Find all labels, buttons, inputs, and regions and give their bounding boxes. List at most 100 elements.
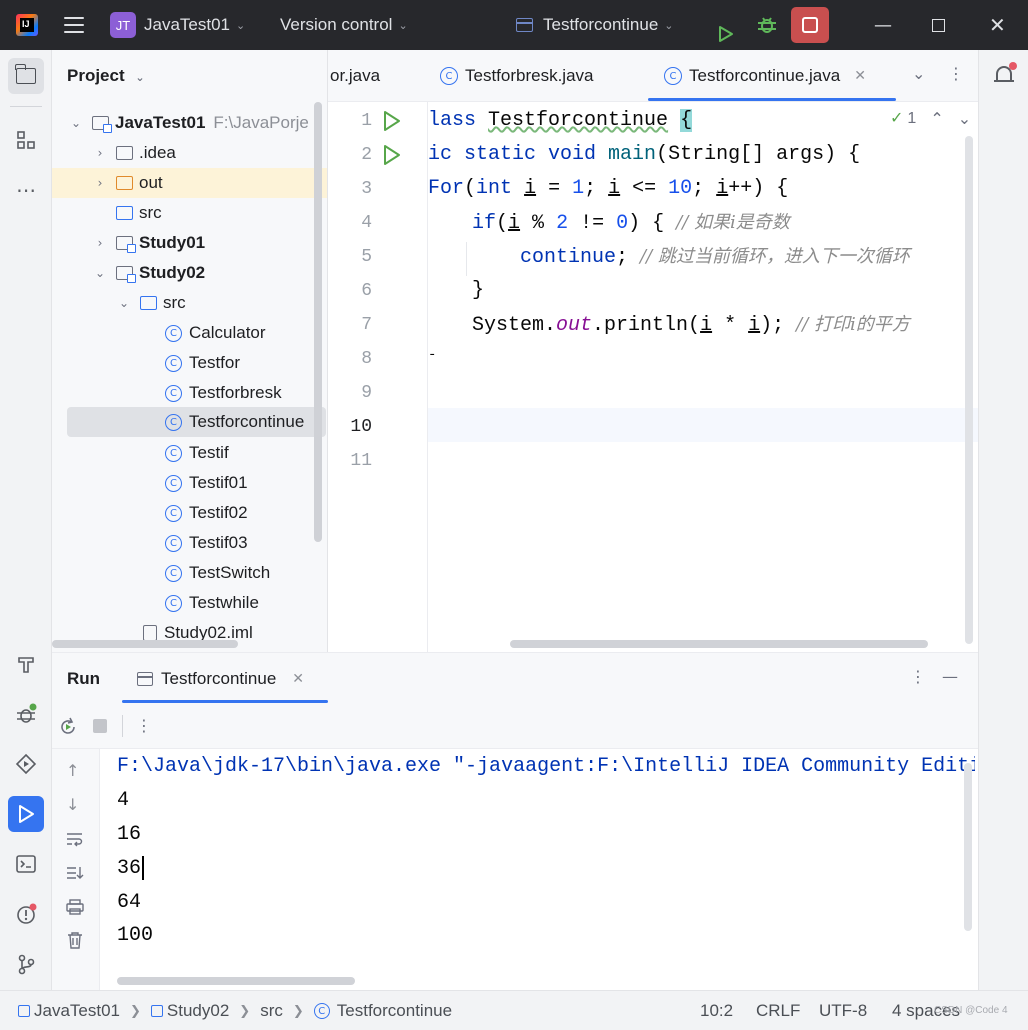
caret-position[interactable]: 10:2	[700, 1001, 733, 1021]
run-panel: Run Testforcontinue ✕ ⋮ — ⋮ ↑ ↓ F:\Java\…	[52, 652, 978, 991]
project-vertical-scrollbar[interactable]	[314, 102, 322, 542]
hide-panel-icon[interactable]: —	[942, 667, 958, 686]
run-tab-testforcontinue[interactable]: Testforcontinue ✕	[137, 669, 304, 689]
line-number: 11	[350, 451, 372, 471]
tree-item-testif01[interactable]: C Testif01	[52, 468, 327, 498]
run-icon	[718, 16, 734, 42]
stop-process-icon[interactable]	[93, 719, 107, 733]
minimize-icon[interactable]: —	[874, 0, 892, 50]
trash-icon[interactable]	[66, 931, 84, 949]
file-encoding[interactable]: UTF-8	[819, 1001, 867, 1021]
run-tab-label: Testforcontinue	[161, 669, 277, 688]
console-output[interactable]: F:\Java\jdk-17\bin\java.exe "-javaagent:…	[117, 749, 975, 979]
run-panel-header: Run Testforcontinue ✕ ⋮ —	[52, 653, 978, 703]
tree-item-testforbresk[interactable]: C Testforbresk	[52, 378, 327, 408]
structure-icon	[17, 131, 35, 149]
more-actions-icon[interactable]: ⋮	[136, 716, 152, 735]
console-horizontal-scrollbar[interactable]	[117, 977, 355, 985]
right-tool-strip	[978, 50, 1028, 990]
breadcrumb-item-javatest01[interactable]: JavaTest01	[18, 1001, 120, 1021]
tree-item-testif02[interactable]: C Testif02	[52, 498, 327, 528]
tree-item-study01[interactable]: › Study01	[52, 228, 327, 258]
inspection-widget[interactable]: ✓ 1 ⌃ ⌄	[890, 108, 971, 128]
arrow-up-icon[interactable]: ↑	[66, 761, 79, 780]
build-tool-button[interactable]	[8, 646, 44, 682]
run-config-selector[interactable]: Testforcontinue ⌄	[516, 0, 674, 50]
tab-label: Testforcontinue.java	[689, 66, 841, 85]
tree-item-testforcontinue[interactable]: C Testforcontinue	[67, 407, 326, 437]
notifications-bell-icon[interactable]	[994, 62, 1017, 86]
close-icon[interactable]: ✕	[989, 0, 1006, 50]
tree-item-testwhile[interactable]: C Testwhile	[52, 588, 327, 618]
editor-horizontal-scrollbar[interactable]	[510, 640, 928, 648]
project-switcher[interactable]: JT JavaTest01 ⌄	[110, 0, 245, 50]
tree-item-testif03[interactable]: C Testif03	[52, 528, 327, 558]
tree-item-testswitch[interactable]: C TestSwitch	[52, 558, 327, 588]
tree-item-study02[interactable]: ⌄ Study02	[52, 258, 327, 288]
code-line-5: continue; // 跳过当前循环，进入下一次循环	[520, 246, 910, 269]
tree-item-study02-src[interactable]: ⌄ src	[52, 288, 327, 318]
console-side-toolbar: ↑ ↓	[52, 749, 100, 991]
structure-tool-button[interactable]	[8, 122, 44, 158]
breadcrumb-item-src[interactable]: src	[260, 1001, 283, 1021]
debug-button[interactable]	[756, 0, 778, 50]
console-output-line: 16	[117, 823, 142, 846]
rerun-icon[interactable]	[58, 717, 78, 737]
tree-item-javatest01[interactable]: ⌄ JavaTest01 F:\JavaPorje	[52, 108, 327, 138]
project-panel-header[interactable]: Project ⌄	[67, 66, 145, 86]
tree-item-calculator[interactable]: C Calculator	[52, 318, 327, 348]
soft-wrap-icon[interactable]	[66, 831, 84, 847]
print-icon[interactable]	[66, 899, 84, 915]
editor-vertical-scrollbar[interactable]	[965, 136, 973, 644]
maximize-icon[interactable]	[932, 0, 945, 50]
tree-item-testfor[interactable]: C Testfor	[52, 348, 327, 378]
terminal-icon	[16, 855, 36, 873]
line-number: 5	[361, 247, 372, 267]
tree-item-label: Calculator	[189, 323, 266, 342]
version-control-menu[interactable]: Version control ⌄	[280, 0, 408, 50]
gutter-run-class-icon[interactable]	[382, 110, 402, 132]
breadcrumb-item-class[interactable]: C Testforcontinue	[313, 1001, 452, 1021]
more-options-icon[interactable]: ⋮	[910, 667, 926, 686]
line-number: 9	[361, 383, 372, 403]
services-tool-button[interactable]	[8, 746, 44, 782]
chevron-down-icon: ⌄	[664, 19, 674, 32]
source-folder-icon	[116, 206, 133, 220]
tree-item-src[interactable]: src	[52, 198, 327, 228]
run-button[interactable]	[718, 0, 734, 50]
close-tab-icon[interactable]: ✕	[854, 68, 866, 84]
chevron-up-icon[interactable]: ⌃	[930, 109, 943, 128]
tree-item-label: Testif01	[189, 473, 248, 492]
tree-item-out[interactable]: › out	[52, 168, 327, 198]
chevron-down-icon: ⌄	[94, 266, 106, 280]
tab-list-chevron-icon[interactable]: ⌄	[912, 64, 925, 83]
close-tab-icon[interactable]: ✕	[292, 671, 304, 687]
more-tools-icon[interactable]: ⋯	[8, 172, 44, 208]
module-icon	[116, 266, 136, 283]
problems-tool-button[interactable]	[8, 896, 44, 932]
tree-item-idea[interactable]: › .idea	[52, 138, 327, 168]
run-tool-button[interactable]	[8, 796, 44, 832]
console-vertical-scrollbar[interactable]	[964, 763, 972, 931]
stop-button[interactable]	[791, 0, 829, 50]
line-separator[interactable]: CRLF	[756, 1001, 800, 1021]
breadcrumb-item-study02[interactable]: Study02	[150, 1001, 229, 1021]
tree-item-testif[interactable]: C Testif	[52, 438, 327, 468]
debug-tool-button[interactable]	[8, 696, 44, 732]
tab-partial[interactable]: or.java	[330, 50, 380, 102]
inspection-ok-icon: ✓ 1	[890, 108, 917, 127]
main-menu-icon[interactable]	[64, 0, 84, 50]
tab-testforcontinue[interactable]: C Testforcontinue.java ✕	[664, 50, 866, 102]
git-tool-button[interactable]	[8, 946, 44, 982]
scroll-to-end-icon[interactable]	[66, 865, 84, 881]
chevron-down-icon[interactable]: ⌄	[958, 109, 971, 128]
arrow-down-icon[interactable]: ↓	[66, 795, 79, 814]
intellij-logo-icon[interactable]: IJ	[16, 0, 38, 50]
code-area[interactable]: lass Testforcontinue { ic static void ma…	[428, 102, 978, 652]
project-horizontal-scrollbar[interactable]	[52, 640, 238, 648]
more-options-icon[interactable]: ⋮	[948, 64, 964, 83]
terminal-tool-button[interactable]	[8, 846, 44, 882]
project-tool-button[interactable]	[8, 58, 44, 94]
tab-testforbresk[interactable]: C Testforbresk.java	[440, 50, 594, 102]
gutter-run-main-icon[interactable]	[382, 144, 402, 166]
